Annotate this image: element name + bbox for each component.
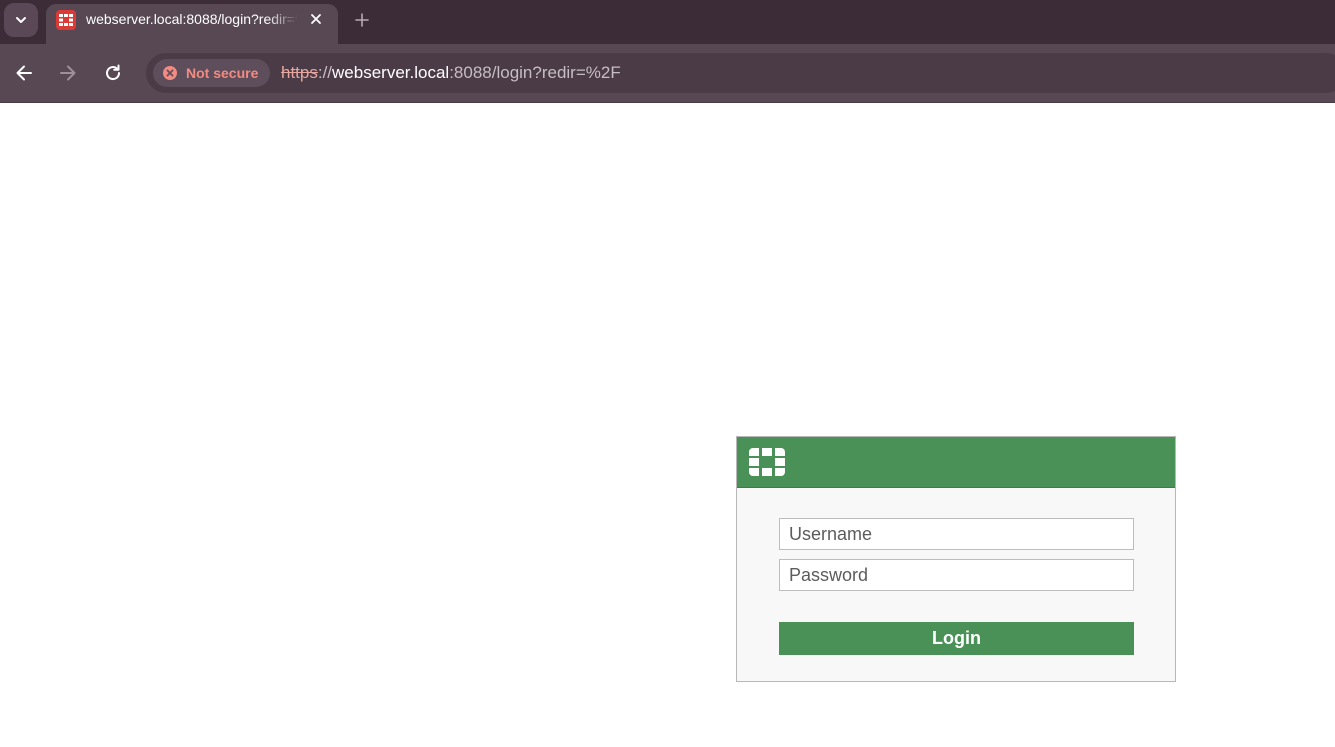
password-input[interactable] (779, 559, 1134, 591)
url-separator: :// (317, 63, 333, 82)
login-button[interactable]: Login (779, 622, 1134, 655)
new-tab-button[interactable] (350, 8, 374, 32)
warning-x-circle-icon (163, 66, 177, 80)
arrow-right-icon (60, 65, 76, 81)
username-input[interactable] (779, 518, 1134, 550)
address-bar[interactable]: Not secure https://webserver.local:8088/… (146, 53, 1335, 93)
arrow-left-icon (16, 65, 32, 81)
tab-title: webserver.local:8088/login?redir=%2F (86, 11, 298, 27)
tab-search-button[interactable] (4, 3, 38, 37)
tab-close-button[interactable] (306, 9, 326, 29)
login-header (737, 437, 1175, 488)
security-label: Not secure (186, 65, 259, 81)
forward-button[interactable] (55, 60, 81, 86)
back-button[interactable] (11, 60, 37, 86)
tab-active[interactable]: webserver.local:8088/login?redir=%2F (46, 4, 338, 44)
url-text[interactable]: https://webserver.local:8088/login?redir… (281, 63, 621, 83)
url-scheme: https (281, 63, 318, 82)
url-host: webserver.local (332, 63, 450, 82)
security-indicator[interactable]: Not secure (153, 59, 271, 87)
browser-tabstrip: webserver.local:8088/login?redir=%2F (0, 0, 1335, 44)
chevron-down-icon (16, 17, 26, 23)
close-icon (311, 14, 321, 24)
reload-icon (106, 64, 121, 81)
fortinet-logo-icon (749, 448, 785, 476)
login-panel: Login (736, 436, 1176, 682)
fortinet-favicon-icon (56, 10, 76, 30)
reload-button[interactable] (100, 60, 126, 86)
browser-toolbar: Not secure https://webserver.local:8088/… (0, 44, 1335, 103)
url-path: :8088/login?redir=%2F (449, 63, 621, 82)
plus-icon (355, 13, 369, 27)
